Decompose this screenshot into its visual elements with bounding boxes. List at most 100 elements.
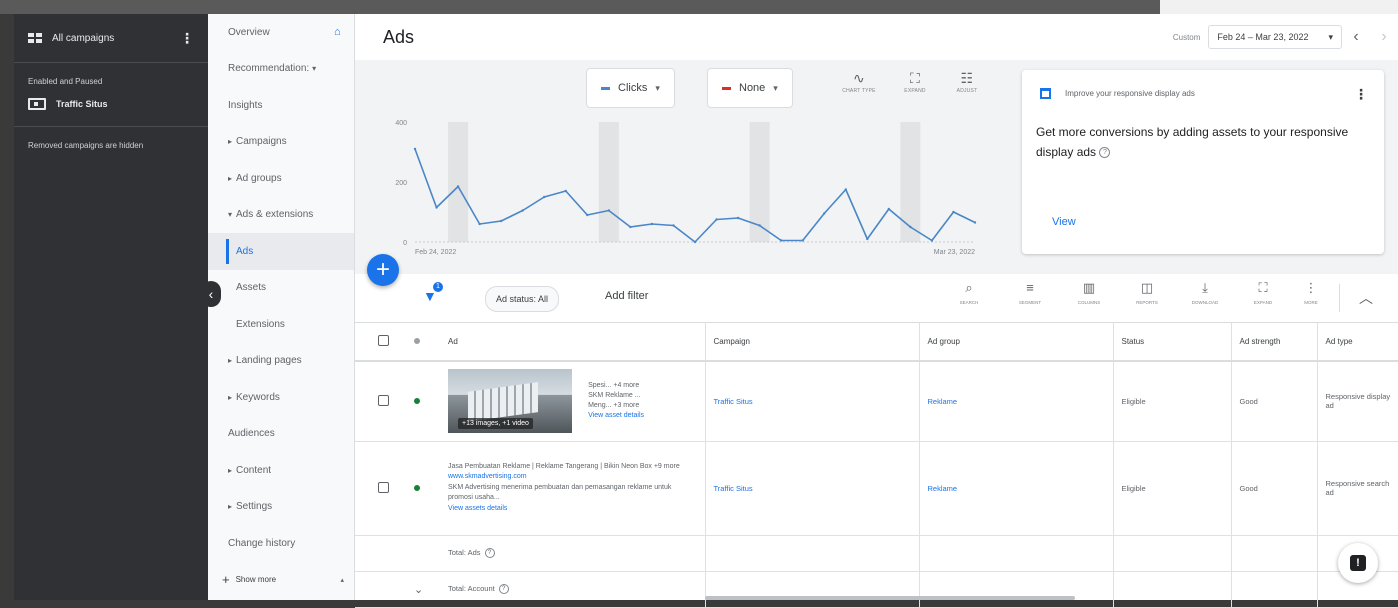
nav-item-change-history[interactable]: Change history [208,525,354,562]
building-image [468,382,538,423]
home-icon: ⌂ [334,26,341,39]
campaign-cell[interactable]: Traffic Situs [704,441,919,536]
nav-item-content[interactable]: ▸ Content [208,452,354,489]
nav-item-campaigns[interactable]: ▸ Campaigns [208,124,354,161]
collapse-chart-icon[interactable]: ︿ [1359,288,1373,308]
collapse-menu-button[interactable]: ‹ [201,281,221,307]
nav-item-overview[interactable]: Overview ⌂ [208,14,354,51]
more-vert-icon[interactable]: ⋮ [1354,86,1368,103]
chart-adjust-label: ADJUST [956,88,978,94]
column-header-ad-strength[interactable]: Ad strength [1230,322,1317,362]
column-header-status[interactable]: Status [1112,322,1231,362]
nav-item-extensions[interactable]: Extensions [208,306,354,343]
create-button[interactable]: + [367,254,399,286]
select-all-checkbox[interactable] [378,334,389,346]
hidden-campaigns-note: Removed campaigns are hidden [14,126,208,164]
column-header-ad-type[interactable]: Ad type [1316,322,1398,362]
chevron-down-icon[interactable]: ⌄ [414,584,423,596]
help-icon[interactable]: ? [498,584,509,594]
download-button[interactable]: ⤓ DOWNLOAD [1183,280,1227,305]
search-button[interactable]: ⌕ SEARCH [947,280,991,305]
column-header-campaign[interactable]: Campaign [704,322,919,362]
enabled-status-dot[interactable] [414,397,420,404]
help-icon[interactable]: ? [1099,147,1111,159]
show-more-label: Show more [235,575,277,585]
line-chart-svg: 0 200 400 Feb 24, 2022 Mar 23, 2022 [395,120,977,256]
nav-item-assets[interactable]: Assets [208,270,354,307]
enabled-status-dot[interactable] [414,484,420,491]
chevron-right-icon: ▸ [228,173,233,183]
total-ads-row: Total: Ads? [355,535,1398,572]
row-checkbox[interactable] [378,481,389,493]
nav-item-ad-groups[interactable]: ▸ Ad groups [208,160,354,197]
nav-item-keywords[interactable]: ▸ Keywords [208,379,354,416]
chevron-right-icon: ▸ [228,356,233,366]
nav-item-landing-pages[interactable]: ▸ Landing pages [208,343,354,380]
show-more-button[interactable]: + Show more ▴ [208,562,354,599]
more-vert-icon[interactable]: ⋮ [180,30,194,47]
feedback-button[interactable]: ! [1338,543,1378,583]
feedback-icon: ! [1350,555,1366,571]
ad-group-cell[interactable]: Reklame [918,361,1113,442]
row-checkbox[interactable] [378,394,389,406]
empty-cell [704,571,919,608]
toolbar-divider [1339,284,1340,312]
expand-total-cell: ⌄ [413,571,447,608]
empty-cell [1112,571,1231,608]
chart-expand-button[interactable]: ⛶ EXPAND [893,70,937,94]
expand-table-button[interactable]: ⛶ EXPAND [1241,280,1285,305]
chevron-right-icon: ▸ [228,392,233,402]
data-point [909,225,912,229]
row-select-cell [355,441,413,536]
columns-button[interactable]: ▥ COLUMNS [1067,280,1111,305]
chevron-right-icon: ▸ [228,465,233,475]
ad-image-thumbnail[interactable]: +13 images, +1 video [448,369,572,434]
nav-item-label: Assets [236,282,267,294]
segment-button[interactable]: ≡ SEGMENT [1008,280,1052,305]
add-filter-button[interactable]: Add filter [605,290,648,302]
series-swatch-red [722,86,731,90]
metric-selector-primary[interactable]: Clicks ▾ [586,68,675,108]
view-assets-details-link[interactable]: View assets details [448,505,507,512]
help-icon[interactable]: ? [484,548,495,558]
campaign-cell[interactable]: Traffic Situs [704,361,919,442]
campaign-item[interactable]: Traffic Situs [14,92,208,116]
more-button[interactable]: ⋮ MORE [1289,280,1333,305]
nav-item-label: Ad groups [236,172,282,184]
nav-item-settings[interactable]: ▸ Settings [208,489,354,526]
download-icon: ⤓ [1202,280,1208,295]
metric-selector-secondary[interactable]: None ▾ [707,68,793,108]
y-tick-label: 200 [395,180,407,187]
data-point [736,216,740,220]
campaign-panel-header[interactable]: All campaigns ⋮ [14,14,208,63]
ad-group-cell[interactable]: Reklame [918,441,1113,536]
column-header-ad-group[interactable]: Ad group [918,322,1113,362]
status-cell: Eligible [1112,441,1231,536]
chart-type-button[interactable]: ∿ CHART TYPE [837,70,881,94]
data-point [413,147,417,151]
column-header-ad[interactable]: Ad [447,322,705,362]
previous-period-icon[interactable]: ‹ [1342,28,1370,46]
data-point [586,213,589,217]
recommendation-view-link[interactable]: View [1052,216,1076,228]
date-range-selector[interactable]: Feb 24 – Mar 23, 2022 ▾ [1208,25,1342,49]
view-asset-details-link[interactable]: View asset details [588,412,644,419]
reports-button[interactable]: ◫ REPORTS [1125,280,1169,305]
chart-adjust-button[interactable]: ☷ ADJUST [945,70,989,94]
nav-item-audiences[interactable]: Audiences [208,416,354,453]
chevron-right-icon: ▸ [228,502,233,512]
nav-item-ads[interactable]: Ads [208,233,354,270]
dropdown-arrow-icon: ▾ [773,82,778,93]
nav-item-recommendation[interactable]: Recommendation: ▾ [208,51,354,88]
next-period-icon[interactable]: › [1370,28,1398,46]
ad-status-filter-chip[interactable]: Ad status: All [485,286,560,312]
nav-item-ads-extensions[interactable]: ▾ Ads & extensions [208,197,354,234]
horizontal-scrollbar[interactable] [705,596,1075,600]
nav-item-label: Change history [228,537,296,549]
data-point [801,239,804,242]
date-range-value: Feb 24 – Mar 23, 2022 [1217,32,1309,42]
caret-up-icon: ▴ [340,576,344,584]
nav-item-insights[interactable]: Insights [208,87,354,124]
ad-display-url[interactable]: www.skmadvertising.com [448,473,527,480]
x-start-label: Feb 24, 2022 [415,249,456,256]
